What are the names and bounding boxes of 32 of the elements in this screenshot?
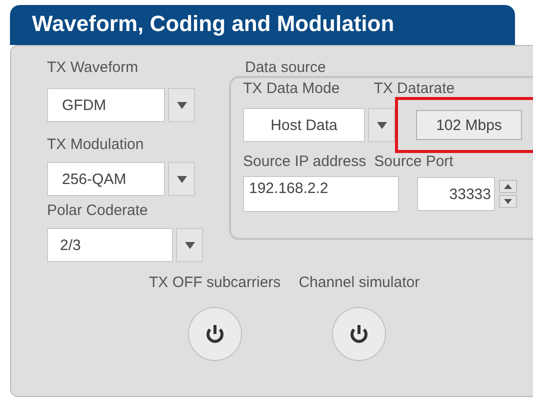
caret-icon xyxy=(376,122,386,128)
dropdown-button[interactable] xyxy=(168,162,195,196)
caret-icon xyxy=(184,242,194,248)
panel-title: Waveform, Coding and Modulation xyxy=(10,5,515,45)
dropdown-field[interactable]: Host Data xyxy=(243,108,365,142)
field-label: TX Data Mode xyxy=(243,80,340,97)
toggle-label: TX OFF subcarriers xyxy=(149,274,281,291)
dropdown-button[interactable] xyxy=(168,88,195,122)
caret-icon xyxy=(176,102,186,108)
spin-down-button[interactable] xyxy=(499,195,517,208)
toggle-label: Channel simulator xyxy=(298,274,420,291)
dropdown-field[interactable]: GFDM xyxy=(47,88,165,122)
caret-icon xyxy=(504,184,512,189)
field-label: Polar Coderate xyxy=(47,202,149,219)
field-label: TX Modulation xyxy=(47,136,145,153)
readonly-field: 102 Mbps xyxy=(416,110,522,140)
dropdown-field[interactable]: 2/3 xyxy=(47,228,173,262)
caret-icon xyxy=(176,176,186,182)
caret-icon xyxy=(504,199,512,204)
field-label: Source Port xyxy=(374,153,454,170)
dropdown-button[interactable] xyxy=(368,108,395,142)
dropdown-button[interactable] xyxy=(176,228,203,262)
power-icon xyxy=(204,323,226,345)
group-label: Data source xyxy=(245,59,327,76)
field-label: TX Waveform xyxy=(47,59,140,76)
port-input-field[interactable]: 33333 xyxy=(417,177,495,211)
dropdown-field[interactable]: 256-QAM xyxy=(47,162,165,196)
field-label: Source IP address xyxy=(243,153,366,170)
power-icon xyxy=(348,323,370,345)
ip-input-field[interactable]: 192.168.2.2 xyxy=(243,176,399,212)
field-label: TX Datarate xyxy=(374,80,455,97)
spin-up-button[interactable] xyxy=(499,180,517,193)
